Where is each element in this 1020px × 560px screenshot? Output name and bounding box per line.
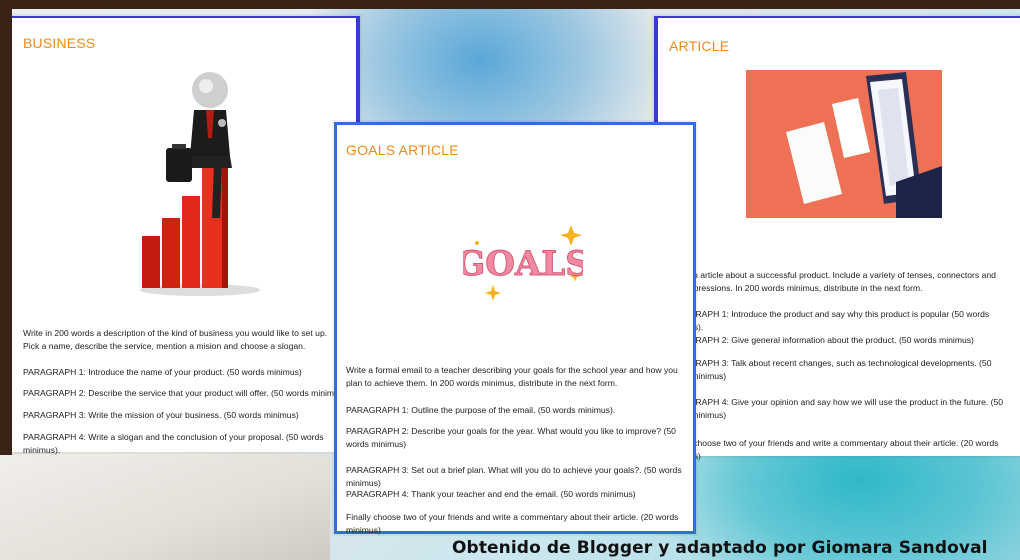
business-intro: Write in 200 words a description of the … — [23, 328, 328, 351]
goals-logo-text: GOALS — [463, 244, 583, 284]
goals-paragraph-4: PARAGRAPH 4: Thank your teacher and end … — [346, 489, 636, 499]
goals-paragraph-3: PARAGRAPH 3: Set out a brief plan. What … — [346, 465, 682, 488]
business-title: BUSINESS — [23, 35, 96, 51]
goals-paragraph-2: PARAGRAPH 2: Describe your goals for the… — [346, 426, 676, 449]
goals-article-title: GOALS ARTICLE — [346, 142, 459, 158]
article-paragraph-4: PARAGRAPH 4: Give your opinion and say h… — [666, 397, 1004, 420]
article-intro: Write an article about a successful prod… — [666, 270, 996, 293]
business-paragraph-2: PARAGRAPH 2: Describe the service that y… — [23, 388, 347, 398]
top-border-strip — [0, 0, 1020, 9]
article-paragraph-3: PARAGRAPH 3: Talk about recent changes, … — [666, 358, 992, 381]
goals-intro: Write a formal email to a teacher descri… — [346, 365, 678, 388]
article-final-instruction: Finally choose two of your friends and w… — [666, 438, 999, 461]
phone-article-illustration — [746, 70, 942, 218]
business-paragraph-1: PARAGRAPH 1: Introduce the name of your … — [23, 367, 302, 377]
paper-texture-corner — [0, 455, 330, 560]
businessman-on-bar-chart-illustration — [140, 72, 260, 296]
goals-lettering-illustration: GOALS — [463, 225, 583, 301]
article-paragraph-1: PARAGRAPH 1: Introduce the product and s… — [666, 309, 990, 332]
business-paragraph-3: PARAGRAPH 3: Write the mission of your b… — [23, 410, 299, 420]
article-paragraph-2: PARAGRAPH 2: Give general information ab… — [666, 335, 974, 345]
goals-paragraph-1: PARAGRAPH 1: Outline the purpose of the … — [346, 405, 616, 415]
goals-article-card: GOALS ARTICLE GOALS Write a formal email… — [334, 122, 696, 535]
business-card: BUSINESS Write in 200 words a descriptio… — [12, 16, 360, 455]
business-paragraph-4: PARAGRAPH 4: Write a slogan and the conc… — [23, 432, 324, 455]
goals-final-instruction: Finally choose two of your friends and w… — [346, 512, 679, 535]
article-title: ARTICLE — [669, 38, 730, 54]
article-card: ARTICLE Write an article about a success… — [654, 16, 1020, 461]
credit-caption: Obtenido de Blogger y adaptado por Gioma… — [452, 538, 988, 558]
